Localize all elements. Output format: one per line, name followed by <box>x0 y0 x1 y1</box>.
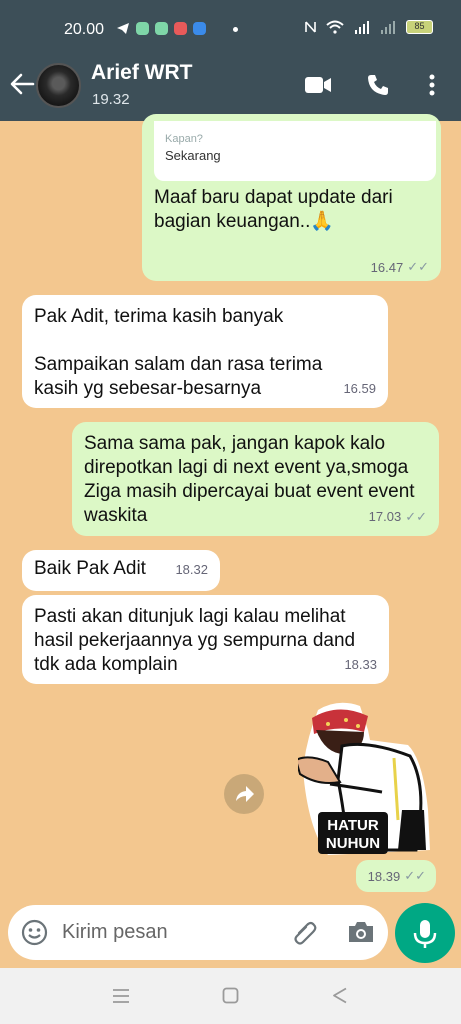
message-meta: 16.59 <box>343 377 376 401</box>
status-time: 20.00 <box>64 21 105 38</box>
voice-call-icon[interactable] <box>366 73 390 97</box>
message-time: 16.59 <box>343 381 376 396</box>
video-call-icon[interactable] <box>304 75 332 95</box>
message-time: 18.39 <box>367 868 401 884</box>
message-text: Pasti akan ditunjuk lagi kalau melihat h… <box>34 606 356 675</box>
message-time: 16.47 <box>370 259 404 275</box>
more-notifications-dot <box>233 27 238 32</box>
status-right: 85 <box>305 20 433 34</box>
battery-icon: 85 <box>406 20 433 34</box>
recents-menu-icon[interactable] <box>112 988 130 1004</box>
voice-message-button[interactable] <box>395 903 455 963</box>
app-notification-icon <box>193 22 206 35</box>
microphone-icon <box>413 920 437 948</box>
notification-icons <box>116 22 206 35</box>
message-meta: 18.32 <box>175 558 208 582</box>
more-options-icon[interactable] <box>428 73 436 97</box>
app-notification-icon <box>155 22 168 35</box>
sticker-caption: NUHUN <box>326 835 380 852</box>
telegram-icon <box>117 23 129 34</box>
message-text: Pak Adit, terima kasih banyak Sampaikan … <box>34 306 323 399</box>
camera-icon[interactable] <box>347 919 375 945</box>
message-meta: 17.03 ✓✓ <box>369 505 427 529</box>
system-navigation-bar <box>0 968 461 1024</box>
signal-icon <box>355 21 369 34</box>
quoted-value: Sekarang <box>165 148 221 163</box>
message-meta: 18.39 ✓✓ <box>368 868 426 884</box>
forward-arrow-icon <box>236 786 254 802</box>
message-bubble-incoming[interactable]: Pasti akan ditunjuk lagi kalau melihat h… <box>22 595 389 684</box>
message-time: 18.33 <box>344 657 377 672</box>
signal-icon-2 <box>381 21 395 34</box>
back-triangle-icon[interactable] <box>332 987 348 1004</box>
last-seen: 19.32 <box>92 91 130 108</box>
message-bubble-outgoing[interactable]: Sama sama pak, jangan kapok kalo direpot… <box>72 422 439 536</box>
wifi-icon <box>326 20 344 34</box>
forward-button[interactable] <box>224 774 264 814</box>
message-meta: 18.33 <box>344 653 377 677</box>
app-bar: Arief WRT 19.32 <box>0 58 461 121</box>
message-time: 17.03 <box>368 509 402 524</box>
read-ticks-icon: ✓✓ <box>404 868 426 883</box>
contact-avatar[interactable] <box>36 63 81 108</box>
read-ticks-icon: ✓✓ <box>407 259 429 274</box>
quoted-reply[interactable]: Kapan? Sekarang <box>154 121 436 181</box>
message-bubble-incoming[interactable]: Pak Adit, terima kasih banyak Sampaikan … <box>22 295 388 408</box>
message-input[interactable]: Kirim pesan <box>62 921 168 944</box>
message-time: 18.32 <box>175 562 208 577</box>
message-text: Maaf baru dapat update dari bagian keuan… <box>154 187 399 232</box>
message-bubble-incoming[interactable]: Baik Pak Adit 18.32 <box>22 550 220 591</box>
home-icon[interactable] <box>222 987 239 1004</box>
emoji-icon[interactable] <box>21 919 48 946</box>
message-meta: 16.47 ✓✓ <box>371 259 429 275</box>
contact-name[interactable]: Arief WRT <box>91 61 193 85</box>
attach-icon[interactable] <box>291 919 319 947</box>
sticker-caption: HATUR <box>327 817 379 834</box>
nfc-icon <box>305 21 316 33</box>
message-composer[interactable]: Kirim pesan <box>8 905 388 960</box>
message-text: Baik Pak Adit <box>34 558 146 579</box>
back-arrow-icon[interactable] <box>8 70 36 98</box>
app-notification-icon <box>136 22 149 35</box>
sticker-meta: 18.39 ✓✓ <box>356 860 436 892</box>
status-bar: 20.00 85 <box>0 0 461 58</box>
sticker-hatur-nuhun[interactable]: HATUR NUHUN <box>298 700 433 857</box>
quoted-label: Kapan? <box>165 133 203 145</box>
top-bar: 20.00 85 Arief WRT 19.32 <box>0 0 461 121</box>
read-ticks-icon: ✓✓ <box>405 509 427 524</box>
app-notification-icon <box>174 22 187 35</box>
